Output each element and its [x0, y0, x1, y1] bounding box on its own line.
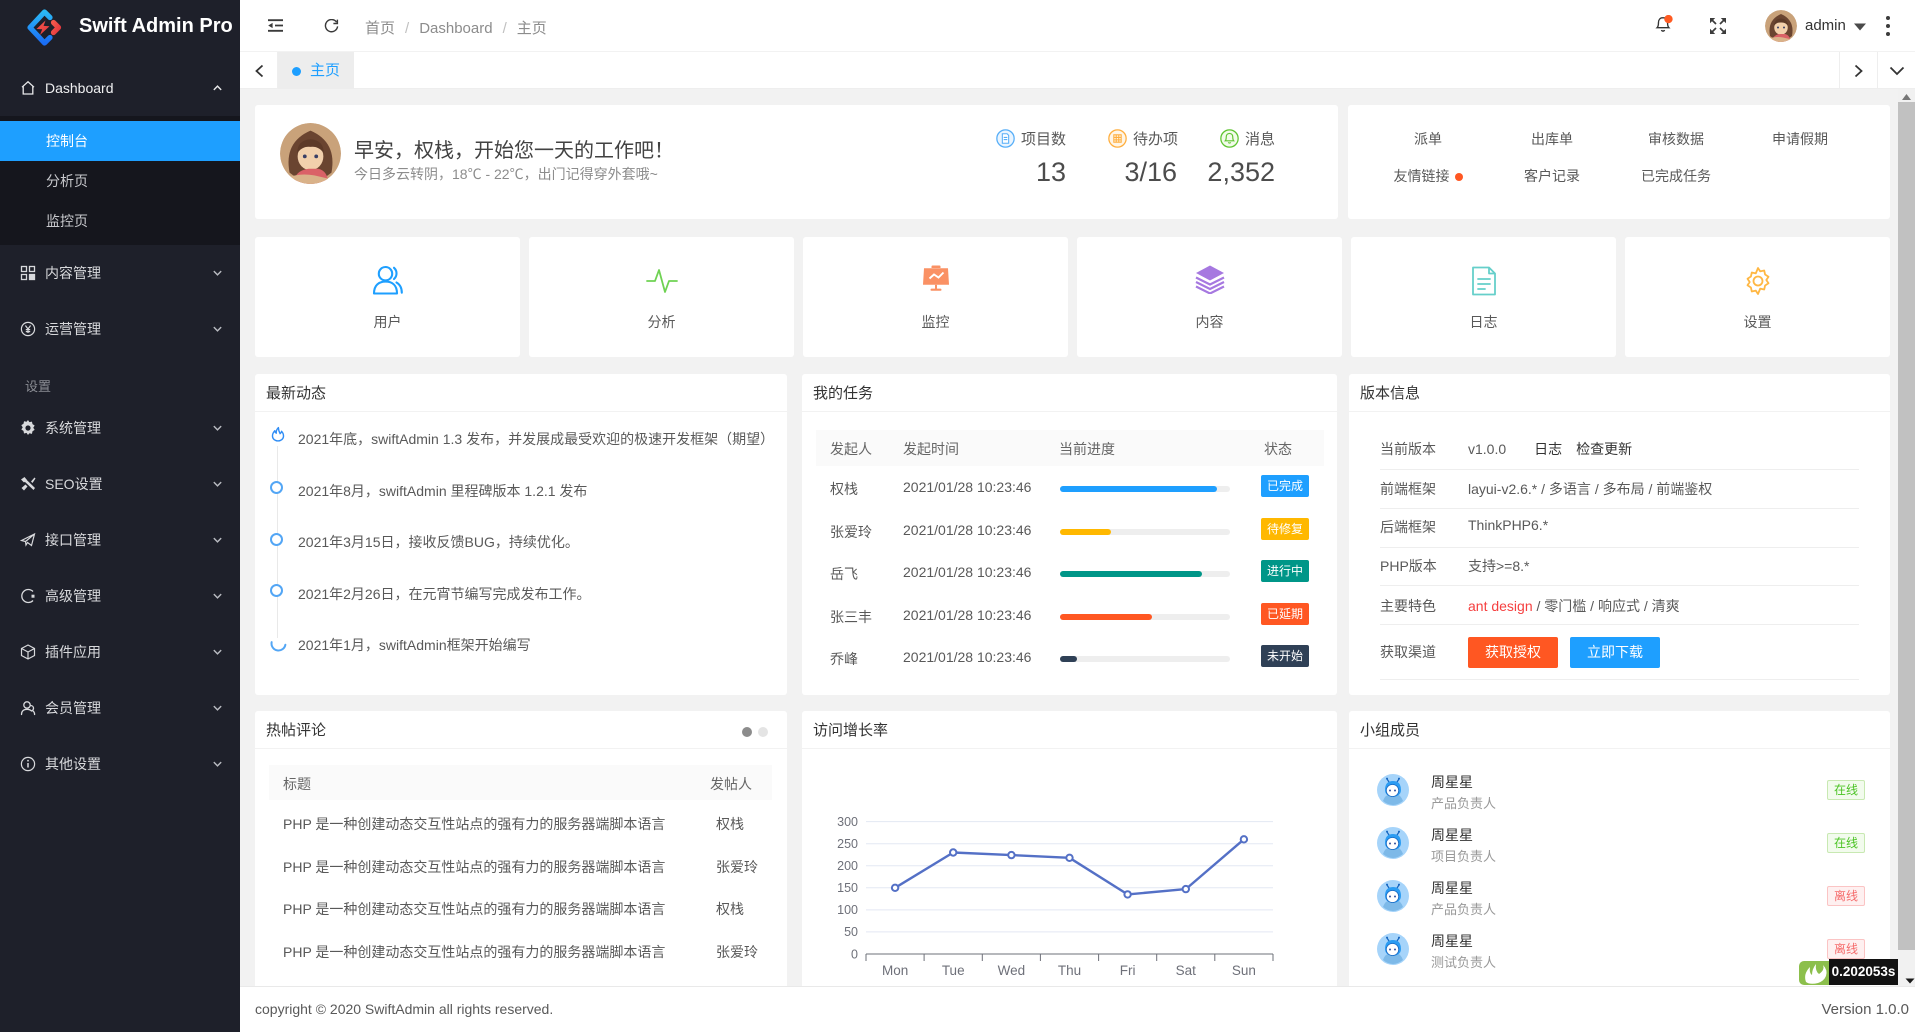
svg-text:100: 100 [837, 903, 858, 917]
svg-text:300: 300 [837, 815, 858, 829]
svg-text:Fri: Fri [1120, 963, 1136, 978]
svg-text:250: 250 [837, 837, 858, 851]
svg-text:200: 200 [837, 859, 858, 873]
svg-text:Tue: Tue [942, 963, 965, 978]
svg-text:Mon: Mon [882, 963, 908, 978]
svg-text:Sat: Sat [1176, 963, 1197, 978]
svg-text:Wed: Wed [998, 963, 1026, 978]
svg-text:0: 0 [851, 947, 858, 961]
svg-text:Sun: Sun [1232, 963, 1256, 978]
svg-text:Thu: Thu [1058, 963, 1081, 978]
svg-text:150: 150 [837, 881, 858, 895]
svg-text:50: 50 [844, 925, 858, 939]
